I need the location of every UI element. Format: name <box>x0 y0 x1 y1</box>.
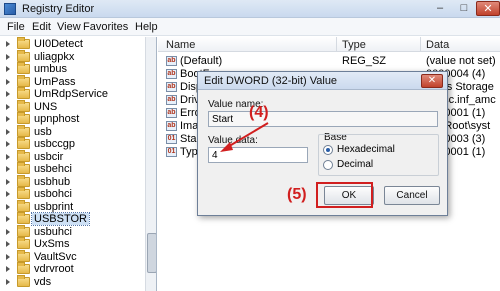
string-value-icon: ab <box>166 121 177 131</box>
folder-icon <box>17 74 30 87</box>
column-type-header[interactable]: Type <box>342 39 366 51</box>
menu-bar: File Edit View Favorites Help <box>0 18 500 36</box>
menu-help[interactable]: Help <box>135 21 158 33</box>
string-value-icon: ab <box>166 82 177 92</box>
folder-icon <box>17 49 30 62</box>
list-header: Name Type Data <box>158 37 500 52</box>
folder-icon <box>17 137 30 149</box>
expand-icon[interactable] <box>6 116 10 122</box>
column-divider[interactable] <box>420 37 421 52</box>
string-value-icon: ab <box>166 69 177 79</box>
folder-icon <box>17 87 30 99</box>
value-data-label: Value data: <box>208 135 258 146</box>
minimize-button[interactable]: – <box>428 1 452 16</box>
cancel-button[interactable]: Cancel <box>384 186 440 205</box>
folder-icon <box>17 212 30 224</box>
dialog-close-button[interactable]: ✕ <box>421 74 443 88</box>
tree-scrollbar[interactable] <box>145 37 156 291</box>
dialog-title: Edit DWORD (32-bit) Value <box>204 75 338 87</box>
step-4-label: (4) <box>249 104 269 121</box>
value-data-field[interactable]: 4 <box>208 147 308 163</box>
folder-icon <box>17 62 30 74</box>
maximize-button[interactable]: □ <box>452 1 476 16</box>
folder-icon <box>17 187 30 199</box>
expand-icon[interactable] <box>6 78 10 85</box>
column-name-header[interactable]: Name <box>166 39 195 51</box>
menu-favorites[interactable]: Favorites <box>83 21 128 33</box>
folder-icon <box>17 149 30 162</box>
close-button[interactable]: ✕ <box>476 1 500 16</box>
expand-icon[interactable] <box>6 266 10 272</box>
folder-icon <box>17 37 30 49</box>
registry-editor-icon <box>4 3 16 15</box>
dword-value-icon: 01 <box>166 147 177 157</box>
expand-icon[interactable] <box>6 278 10 285</box>
menu-edit[interactable]: Edit <box>32 21 51 33</box>
expand-icon[interactable] <box>6 203 10 210</box>
expand-icon[interactable] <box>6 66 10 72</box>
expand-icon[interactable] <box>6 241 10 247</box>
expand-icon[interactable] <box>6 53 10 60</box>
string-value-icon: ab <box>166 108 177 118</box>
folder-icon <box>17 199 30 212</box>
scrollbar-thumb[interactable] <box>147 233 156 273</box>
expand-icon[interactable] <box>6 91 10 97</box>
tree-item[interactable]: vds <box>0 274 145 289</box>
folder-icon <box>17 224 30 237</box>
expand-icon[interactable] <box>6 216 10 222</box>
expand-icon[interactable] <box>6 103 10 110</box>
dialog-title-bar: Edit DWORD (32-bit) Value ✕ <box>198 72 447 90</box>
folder-icon <box>17 174 30 187</box>
ok-highlight-box <box>316 182 373 208</box>
folder-icon <box>17 124 30 137</box>
expand-icon[interactable] <box>6 128 10 135</box>
key-tree: UI0Detect uliagpkx umbus UmPass UmRdpSer… <box>0 37 157 291</box>
expand-icon[interactable] <box>6 41 10 47</box>
expand-icon[interactable] <box>6 228 10 235</box>
expand-icon[interactable] <box>6 178 10 185</box>
window-title: Registry Editor <box>22 3 95 15</box>
base-group: Hexadecimal Decimal <box>318 134 439 176</box>
dword-value-icon: 01 <box>166 134 177 144</box>
folder-icon <box>17 274 30 287</box>
folder-icon <box>17 249 30 262</box>
expand-icon[interactable] <box>6 191 10 197</box>
column-divider[interactable] <box>336 37 337 52</box>
expand-icon[interactable] <box>6 253 10 260</box>
step-5-label: (5) <box>287 186 307 203</box>
folder-icon <box>17 99 30 112</box>
expand-icon[interactable] <box>6 141 10 147</box>
menu-file[interactable]: File <box>7 21 25 33</box>
column-data-header[interactable]: Data <box>426 39 449 51</box>
radio-hexadecimal[interactable] <box>323 145 333 155</box>
value-row[interactable]: ab (Default) REG_SZ (value not set) <box>158 55 500 68</box>
menu-view[interactable]: View <box>57 21 81 33</box>
title-bar: Registry Editor – □ ✕ <box>0 0 500 18</box>
expand-icon[interactable] <box>6 166 10 172</box>
folder-icon <box>17 162 30 174</box>
folder-icon <box>17 262 30 274</box>
value-name-field[interactable]: Start <box>208 111 438 127</box>
string-value-icon: ab <box>166 56 177 66</box>
string-value-icon: ab <box>166 95 177 105</box>
expand-icon[interactable] <box>6 153 10 160</box>
folder-icon <box>17 237 30 249</box>
radio-decimal[interactable] <box>323 160 333 170</box>
folder-icon <box>17 112 30 124</box>
